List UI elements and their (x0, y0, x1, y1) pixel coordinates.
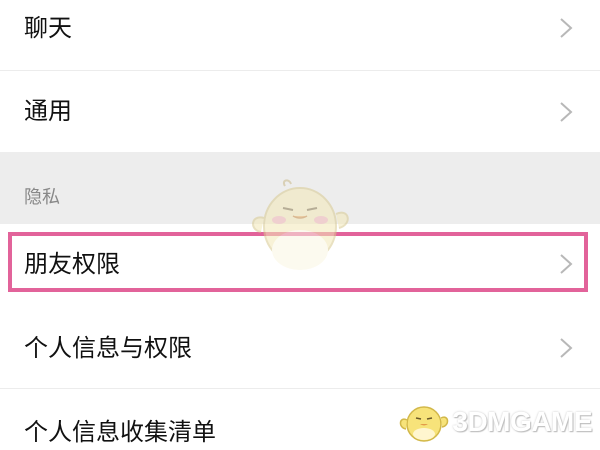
settings-item-personal-info-collection[interactable]: 个人信息收集清单 (0, 389, 600, 450)
settings-item-friend-permissions[interactable]: 朋友权限 (0, 224, 600, 300)
chevron-right-icon (560, 102, 573, 122)
settings-item-label: 朋友权限 (24, 250, 120, 278)
settings-item-label: 个人信息与权限 (24, 334, 192, 362)
settings-item-label: 个人信息收集清单 (24, 418, 216, 446)
chevron-right-icon (560, 338, 573, 358)
chevron-right-icon (560, 18, 573, 38)
section-title-privacy: 隐私 (24, 187, 60, 208)
settings-screen: 聊天 通用 隐私 朋友权限 个人信息与权限 个人信息收集清单 3DMGAME (0, 0, 600, 450)
settings-item-personal-info-permissions[interactable]: 个人信息与权限 (0, 306, 600, 388)
chevron-right-icon (560, 254, 573, 274)
settings-item-label: 通用 (24, 97, 72, 125)
settings-item-general[interactable]: 通用 (0, 71, 600, 152)
settings-item-chat[interactable]: 聊天 (0, 0, 600, 70)
settings-item-label: 聊天 (24, 14, 72, 42)
section-header-background (0, 152, 600, 224)
